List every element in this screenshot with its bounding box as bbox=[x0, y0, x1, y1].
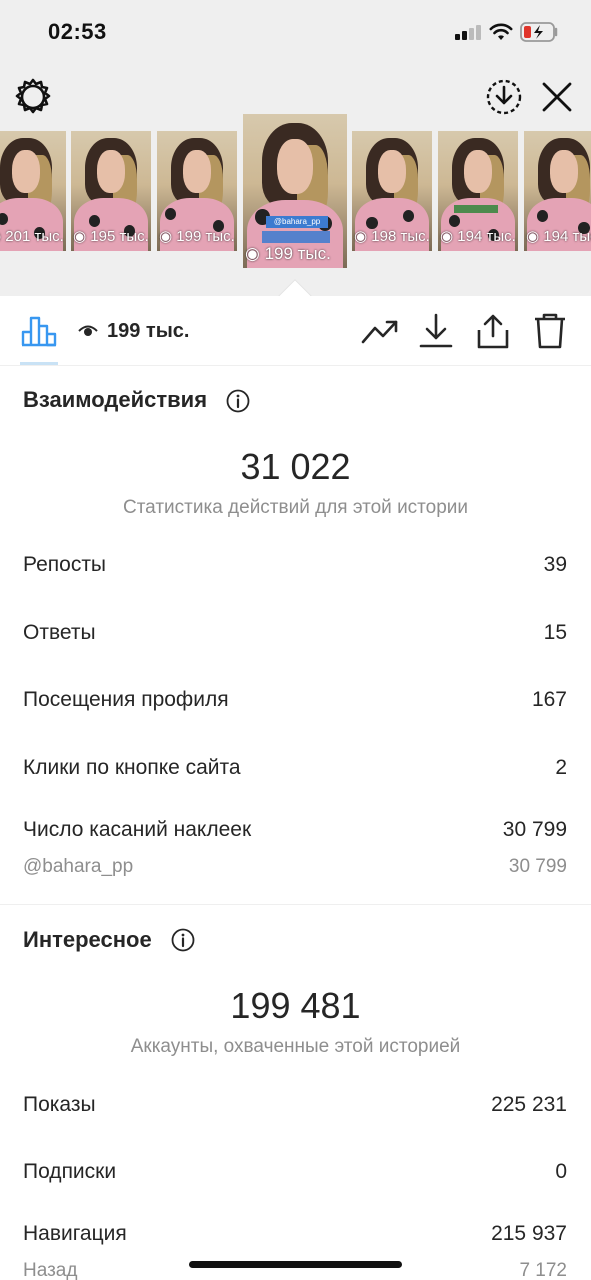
story-thumbnail[interactable]: ◉ 198 тыс. bbox=[352, 131, 432, 251]
section-title-discovery: Интересное bbox=[23, 927, 152, 952]
row-label-sticker-taps: Число касаний наклеек bbox=[23, 818, 252, 841]
views-count: 199 тыс. bbox=[107, 320, 190, 342]
interactions-caption: Статистика действий для этой истории bbox=[122, 497, 469, 518]
share-icon[interactable] bbox=[473, 312, 513, 350]
status-time: 02:53 bbox=[48, 19, 107, 44]
download-icon[interactable] bbox=[416, 312, 456, 350]
trash-icon[interactable] bbox=[530, 312, 570, 350]
info-icon[interactable] bbox=[171, 928, 195, 952]
thumbnail-views: ◉ 195 тыс. bbox=[73, 228, 149, 245]
save-story-icon[interactable] bbox=[484, 77, 524, 117]
story-thumbnail[interactable]: ◉ 195 тыс. bbox=[71, 131, 151, 251]
cellular-signal-icon bbox=[455, 25, 482, 40]
sub-row-value-mention: 30 799 bbox=[508, 856, 567, 877]
bar-chart-icon[interactable] bbox=[20, 312, 58, 348]
home-indicator[interactable] bbox=[189, 1261, 402, 1268]
thumbnail-views: ◉ 194 тыс. bbox=[526, 228, 591, 245]
row-value-replies: 15 bbox=[543, 621, 567, 644]
section-title-interactions: Взаимодействия bbox=[23, 387, 208, 412]
row-label-reposts: Репосты bbox=[23, 553, 107, 576]
story-thumbnail-active[interactable]: @bahara_pp ◉ 199 тыс. bbox=[243, 114, 347, 268]
thumbnail-views: ◉ 199 тыс. bbox=[245, 244, 331, 263]
thumbnail-views: ◉ 198 тыс. bbox=[354, 228, 430, 245]
thumbnail-views: ◉ 201 тыс. bbox=[0, 228, 64, 245]
row-label-website-clicks: Клики по кнопке сайта bbox=[23, 756, 241, 779]
close-icon[interactable] bbox=[537, 77, 577, 117]
story-thumbnail[interactable]: ◉ 199 тыс. bbox=[157, 131, 237, 251]
story-thumbnail[interactable]: ◉ 194 тыс. bbox=[438, 131, 518, 251]
row-value-navigation: 215 937 bbox=[491, 1222, 567, 1245]
eye-icon bbox=[78, 325, 98, 336]
info-icon[interactable] bbox=[226, 389, 250, 413]
story-preview-header: 02:53 ◉ 201 тыс. ◉ 195 тыс. ◉ 199 тыс. bbox=[0, 0, 591, 296]
thumbnail-views: ◉ 199 тыс. bbox=[159, 228, 235, 245]
insights-toolbar: 199 тыс. bbox=[0, 296, 591, 366]
row-label-profile-visits: Посещения профиля bbox=[23, 688, 229, 711]
reach-total: 199 481 bbox=[230, 985, 361, 1026]
row-value-reposts: 39 bbox=[543, 553, 567, 576]
row-label-follows: Подписки bbox=[23, 1160, 117, 1183]
row-value-sticker-taps: 30 799 bbox=[502, 818, 567, 841]
sub-row-label-mention: @bahara_pp bbox=[23, 856, 134, 877]
story-thumbnail[interactable]: ◉ 201 тыс. bbox=[0, 131, 66, 251]
row-value-follows: 0 bbox=[555, 1160, 567, 1183]
active-tab-underline bbox=[20, 362, 58, 365]
settings-gear-icon[interactable] bbox=[13, 77, 53, 117]
row-label-impressions: Показы bbox=[23, 1093, 96, 1116]
story-thumbnail[interactable]: ◉ 194 тыс. bbox=[524, 131, 591, 251]
row-value-profile-visits: 167 bbox=[531, 688, 567, 711]
row-label-navigation: Навигация bbox=[23, 1222, 127, 1245]
wifi-icon bbox=[489, 23, 513, 40]
trending-icon[interactable] bbox=[360, 312, 400, 350]
row-label-replies: Ответы bbox=[23, 621, 96, 644]
sub-row-label-back: Назад bbox=[23, 1260, 78, 1280]
section-divider bbox=[0, 904, 591, 905]
row-value-impressions: 225 231 bbox=[491, 1093, 567, 1116]
mention-sticker: @bahara_pp bbox=[265, 215, 329, 228]
thumbnail-views: ◉ 194 тыс. bbox=[440, 228, 516, 245]
sub-row-value-back: 7 172 bbox=[519, 1260, 567, 1280]
interactions-total: 31 022 bbox=[240, 446, 351, 487]
battery-low-icon bbox=[520, 22, 558, 42]
row-value-website-clicks: 2 bbox=[555, 756, 567, 779]
reach-caption: Аккаунты, охваченные этой историей bbox=[130, 1036, 461, 1057]
